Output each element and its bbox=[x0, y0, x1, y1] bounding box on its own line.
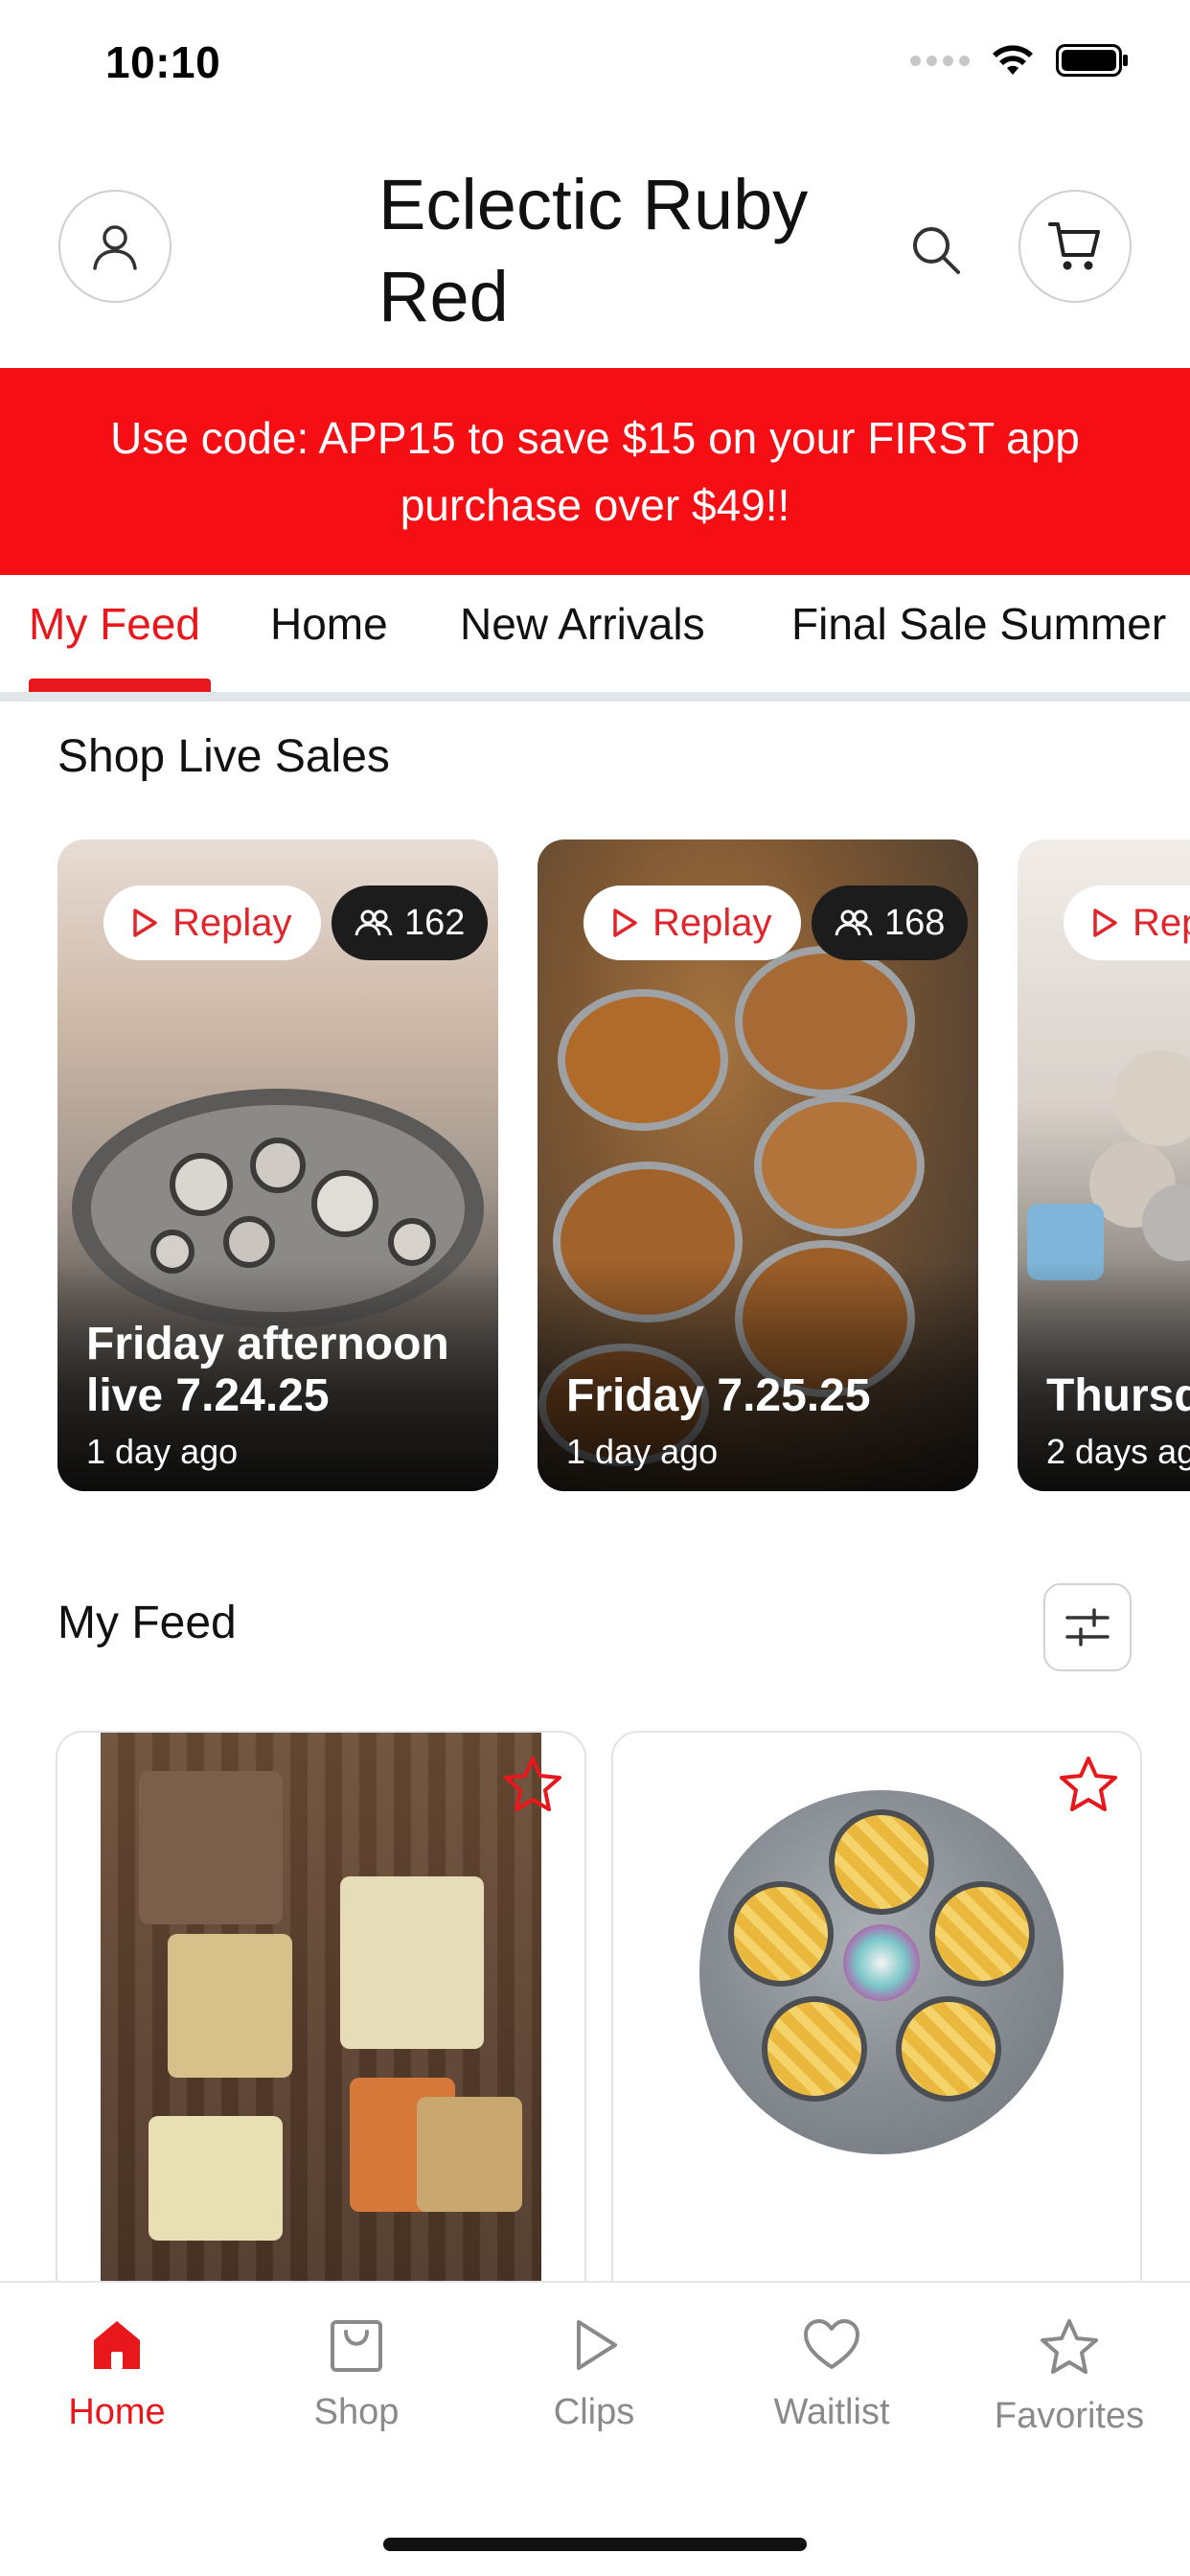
viewer-count-badge: 162 bbox=[332, 886, 489, 960]
tab-final-sale-summer[interactable]: Final Sale Summer bbox=[791, 598, 1166, 650]
viewers-icon bbox=[835, 909, 873, 936]
live-sale-time: 1 day ago bbox=[566, 1432, 719, 1471]
tabbar-label: Clips bbox=[553, 2392, 635, 2432]
search-button[interactable] bbox=[904, 218, 968, 282]
star-icon bbox=[1060, 1757, 1117, 1811]
active-tab-indicator bbox=[29, 678, 211, 692]
live-sale-card[interactable]: Replay 162 Friday afternoon live 7.24.25… bbox=[57, 840, 498, 1491]
store-title: Eclectic Ruby Red bbox=[378, 165, 809, 336]
star-icon bbox=[1041, 2319, 1098, 2374]
viewers-icon bbox=[355, 909, 393, 936]
live-sale-time: 2 days ago bbox=[1046, 1432, 1190, 1471]
favorite-button[interactable] bbox=[498, 1750, 567, 1819]
replay-badge: Replay bbox=[1064, 886, 1190, 960]
play-icon bbox=[133, 908, 157, 937]
star-icon bbox=[504, 1757, 561, 1811]
status-icons bbox=[910, 44, 1129, 77]
product-image-patchwork-pants bbox=[101, 1733, 541, 2304]
play-icon bbox=[613, 908, 637, 937]
cart-button[interactable] bbox=[1018, 190, 1132, 303]
shopping-bag-icon bbox=[331, 2320, 382, 2372]
tabbar-home[interactable]: Home bbox=[11, 2317, 222, 2433]
category-tabs: My Feed Home New Arrivals Final Sale Sum… bbox=[0, 575, 1190, 702]
my-feed-title: My Feed bbox=[57, 1598, 237, 1648]
replay-label: Replay bbox=[1133, 901, 1190, 944]
replay-label: Replay bbox=[172, 901, 292, 944]
battery-icon bbox=[1056, 44, 1128, 77]
product-card[interactable] bbox=[611, 1731, 1142, 2306]
home-indicator bbox=[383, 2538, 807, 2551]
play-icon bbox=[577, 2320, 617, 2370]
replay-label: Replay bbox=[652, 901, 772, 944]
tabbar-waitlist[interactable]: Waitlist bbox=[726, 2317, 937, 2433]
tab-home[interactable]: Home bbox=[270, 598, 388, 650]
viewer-count: 162 bbox=[404, 902, 466, 943]
live-sale-title: Friday 7.25.25 bbox=[566, 1370, 871, 1421]
viewer-count-badge: 168 bbox=[812, 886, 969, 960]
product-image-flower-pendant bbox=[699, 1790, 1064, 2154]
tabbar-label: Waitlist bbox=[773, 2392, 890, 2432]
tabbar-clips[interactable]: Clips bbox=[489, 2317, 699, 2433]
user-icon bbox=[93, 225, 137, 270]
promo-text: Use code: APP15 to save $15 on your FIRS… bbox=[110, 413, 1080, 530]
live-sale-time: 1 day ago bbox=[86, 1432, 239, 1471]
live-sale-title: Thursday #2! 7.2... bbox=[1046, 1370, 1190, 1421]
heart-icon bbox=[804, 2319, 859, 2369]
live-sales-title: Shop Live Sales bbox=[57, 731, 390, 782]
play-icon bbox=[1093, 908, 1117, 937]
live-sale-title: Friday afternoon live 7.24.25 bbox=[86, 1319, 449, 1421]
status-bar: 10:10 bbox=[0, 0, 1190, 134]
live-sale-card[interactable]: Replay 168 Friday 7.25.25 1 day ago bbox=[538, 840, 978, 1491]
search-icon bbox=[913, 227, 960, 274]
cellular-signal-icon bbox=[910, 55, 970, 66]
live-sales-carousel: Replay 162 Friday afternoon live 7.24.25… bbox=[0, 840, 1190, 1491]
status-time: 10:10 bbox=[105, 37, 221, 87]
live-sale-card[interactable]: Replay Thursday #2! 7.2... 2 days ago bbox=[1018, 840, 1190, 1491]
replay-badge: Replay bbox=[584, 886, 801, 960]
promo-banner[interactable]: Use code: APP15 to save $15 on your FIRS… bbox=[0, 368, 1190, 575]
tabbar-label: Shop bbox=[313, 2392, 400, 2432]
tabbar-shop[interactable]: Shop bbox=[251, 2317, 462, 2433]
replay-badge: Replay bbox=[103, 886, 321, 960]
home-icon bbox=[94, 2321, 140, 2369]
filter-button[interactable] bbox=[1043, 1583, 1132, 1671]
product-card[interactable] bbox=[56, 1731, 586, 2306]
tab-new-arrivals[interactable]: New Arrivals bbox=[460, 598, 705, 650]
tab-my-feed[interactable]: My Feed bbox=[29, 598, 200, 650]
tabbar-label: Favorites bbox=[994, 2396, 1145, 2436]
wifi-icon bbox=[993, 45, 1033, 75]
viewer-count: 168 bbox=[884, 902, 946, 943]
tabbar-favorites[interactable]: Favorites bbox=[964, 2317, 1175, 2437]
app-header: Eclectic Ruby Red bbox=[0, 153, 1190, 368]
tabbar-label: Home bbox=[68, 2392, 166, 2432]
favorite-button[interactable] bbox=[1054, 1750, 1123, 1819]
bottom-tab-bar: Home Shop Clips Waitlist Favorites bbox=[0, 2281, 1190, 2576]
cart-icon bbox=[1048, 222, 1100, 270]
profile-button[interactable] bbox=[58, 190, 172, 303]
sliders-icon bbox=[1065, 1608, 1110, 1646]
